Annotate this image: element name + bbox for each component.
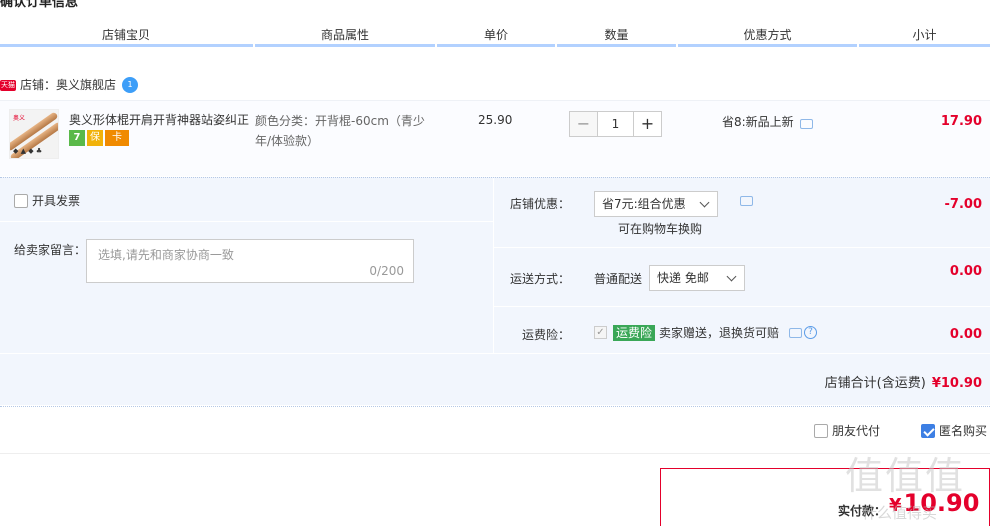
- friend-pay-label: 朋友代付: [832, 424, 881, 438]
- column-separator: [435, 44, 437, 47]
- item-subtotal: 17.90: [940, 114, 982, 129]
- column-header-shop-item: 店铺宝贝: [101, 28, 150, 42]
- shop-discount-note: 可在购物车换购: [618, 222, 703, 236]
- invoice-label: 开具发票: [32, 194, 81, 208]
- column-separator: [253, 44, 255, 47]
- shop-discount-select[interactable]: 省7元:组合优惠: [594, 191, 718, 217]
- insurance-note: 卖家赠送，退换货可赔: [659, 326, 780, 340]
- seller-message-input[interactable]: 选填,请先和商家协商一致 0/200: [86, 239, 414, 283]
- shop-discount-selected: 省7元:组合优惠: [602, 197, 686, 211]
- payment-options-row: 朋友代付 匿名购买: [0, 406, 990, 454]
- watermark-text: 什么值得买: [862, 504, 938, 522]
- column-headers: 店铺宝贝 商品属性 单价 数量 优惠方式 小计: [0, 27, 990, 47]
- shipping-label: 运送方式：: [509, 272, 570, 286]
- unit-price: 25.90: [478, 113, 513, 127]
- shop-discount-amount: -7.00: [944, 197, 982, 212]
- page-heading: 确认订单信息: [0, 0, 79, 10]
- order-options-panel: 开具发票 给卖家留言： 选填,请先和商家协商一致 0/200 店铺优惠： 省7元…: [0, 177, 990, 405]
- column-separator: [857, 44, 859, 47]
- shipping-option-select[interactable]: 快递 免邮: [649, 265, 745, 291]
- product-thumbnail[interactable]: 奥义 ◆ ▲ ◆ ♣: [9, 109, 59, 159]
- anonymous-buy-checkbox[interactable]: [921, 423, 935, 438]
- credit-card-icon[interactable]: 卡: [105, 130, 129, 146]
- insurance-info-icon[interactable]: [789, 327, 803, 338]
- service-badges: 7 保 卡: [69, 130, 129, 146]
- thumbnail-marks: ◆ ▲ ◆ ♣: [13, 147, 43, 155]
- thumbnail-brand-tag: 奥义: [13, 115, 26, 122]
- chevron-down-icon: [726, 271, 737, 282]
- cart-item-row: 奥义 ◆ ▲ ◆ ♣ 奥义形体棍开肩开背神器站姿纠正器... 7 保 卡 颜色分…: [0, 100, 990, 176]
- item-promotion: 省8:新品上新: [722, 113, 813, 130]
- anonymous-buy-label: 匿名购买: [939, 424, 988, 438]
- shop-total-value: ¥10.90: [931, 376, 982, 391]
- divider: [0, 353, 990, 354]
- product-attribute: 颜色分类：开背棍-60cm（青少年/体验款）: [255, 114, 425, 148]
- seven-day-return-icon[interactable]: 7: [69, 130, 85, 146]
- product-title-link[interactable]: 奥义形体棍开肩开背神器站姿纠正器...: [69, 111, 249, 128]
- column-header-attributes: 商品属性: [320, 28, 369, 42]
- column-header-subtotal: 小计: [912, 28, 937, 42]
- discount-info-icon[interactable]: [740, 196, 753, 206]
- shop-discount-row: 店铺优惠： 省7元:组合优惠 可在购物车换购 -7.00: [494, 178, 990, 248]
- shipping-insurance-row: 运费险： ✓ 运费险 卖家赠送，退换货可赔 ? 0.00: [494, 307, 990, 353]
- friend-pay-option[interactable]: 朋友代付: [814, 422, 880, 439]
- promotion-info-icon[interactable]: [799, 118, 813, 129]
- shop-total: 店铺合计(含运费) ¥10.90: [825, 372, 982, 391]
- column-separator: [676, 44, 678, 47]
- shop-total-label: 店铺合计(含运费): [824, 376, 926, 391]
- chevron-down-icon: [699, 197, 710, 208]
- item-promotion-label: 省8:新品上新: [722, 115, 794, 129]
- shipping-amount: 0.00: [949, 264, 982, 279]
- insurance-label: 运费险：: [521, 328, 570, 342]
- help-icon[interactable]: ?: [804, 326, 818, 339]
- quantity-increase-button[interactable]: +: [634, 111, 662, 137]
- shipping-method: 普通配送: [594, 272, 643, 286]
- watermark-logo: 值值值: [845, 454, 966, 498]
- insurance-checkbox[interactable]: ✓: [594, 326, 607, 339]
- guarantee-icon[interactable]: 保: [87, 130, 103, 146]
- insurance-option: ✓ 运费险 卖家赠送，退换货可赔 ?: [594, 324, 818, 341]
- seller-message-label: 给卖家留言：: [14, 243, 87, 257]
- tmall-badge-icon: 天猫: [0, 79, 16, 91]
- column-header-discount: 优惠方式: [743, 28, 792, 42]
- quantity-input[interactable]: 1: [597, 111, 634, 137]
- shipping-option-selected: 快递 免邮: [657, 271, 709, 285]
- divider: [0, 221, 493, 222]
- quantity-stepper: − 1 +: [569, 111, 662, 137]
- friend-pay-checkbox[interactable]: [814, 423, 828, 438]
- shop-row: 天猫 店铺：奥义旗舰店 1: [0, 76, 139, 94]
- anonymous-buy-option[interactable]: 匿名购买: [921, 422, 987, 439]
- shipping-row: 运送方式： 普通配送 快递 免邮 0.00: [494, 248, 990, 307]
- invoice-checkbox[interactable]: [14, 193, 28, 208]
- shop-name-link[interactable]: 店铺：奥义旗舰店: [20, 76, 116, 94]
- column-separator: [555, 44, 557, 47]
- quantity-decrease-button[interactable]: −: [569, 111, 597, 137]
- shop-discount-label: 店铺优惠：: [509, 197, 570, 211]
- seller-message-placeholder: 选填,请先和商家协商一致: [98, 248, 234, 262]
- insurance-tag: 运费险: [613, 324, 656, 341]
- wangwang-chat-icon[interactable]: 1: [122, 77, 139, 93]
- column-header-unit-price: 单价: [483, 28, 508, 42]
- seller-message-counter: 0/200: [369, 264, 404, 278]
- column-header-quantity: 数量: [604, 28, 629, 42]
- insurance-amount: 0.00: [949, 327, 982, 342]
- invoice-option[interactable]: 开具发票: [14, 192, 80, 209]
